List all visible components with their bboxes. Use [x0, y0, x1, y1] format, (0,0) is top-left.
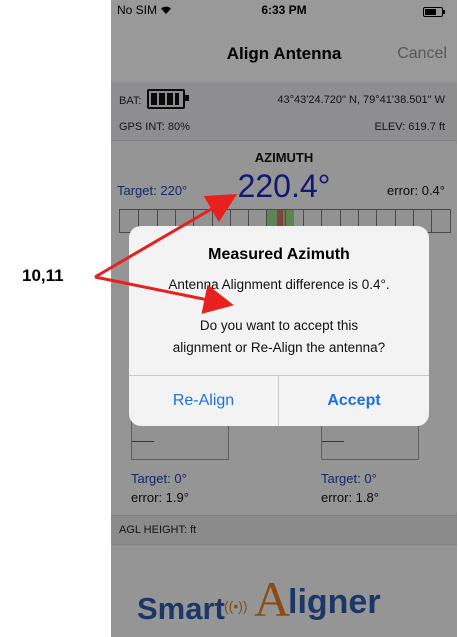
accept-button[interactable]: Accept — [279, 376, 429, 426]
alert-message-difference: Antenna Alignment difference is 0.4°. — [168, 277, 390, 292]
alert-title: Measured Azimuth — [208, 246, 350, 263]
alert-dialog: Measured Azimuth Antenna Alignment diffe… — [129, 226, 429, 426]
alert-message-question-2: alignment or Re-Align the antenna? — [172, 340, 386, 355]
phone-screen: No SIM 6:33 PM Align Antenna Cancel BAT:… — [111, 0, 457, 637]
annotation-label: 10,11 — [22, 266, 64, 285]
realign-button[interactable]: Re-Align — [129, 376, 279, 426]
alert-message-question: Do you want to accept this — [199, 318, 359, 333]
